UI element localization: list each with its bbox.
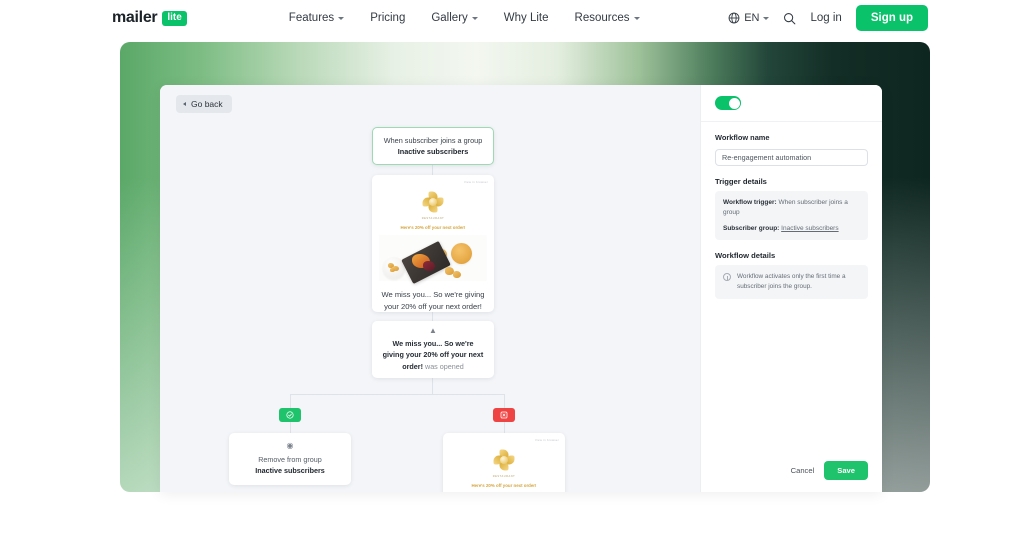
toggle-knob [728,97,740,109]
workflow-node-condition[interactable]: ▲ We miss you... So we're giving your 20… [372,321,494,378]
trigger-detail-key-1: Workflow trigger: [723,199,777,206]
top-navigation: mailer lite Features Pricing Gallery Why… [0,0,1024,36]
panel-footer: Cancel Save [701,451,882,492]
nav-right-group: EN Log in Sign up [728,5,928,31]
trigger-node-group-name: Inactive subscribers [397,147,469,156]
email-preview-body-2: View in browser RESTAURANT Here's 20% of… [443,433,565,492]
nav-item-features[interactable]: Features [288,12,345,24]
language-label: EN [744,12,760,24]
connector-email-to-condition [432,312,433,321]
trigger-details-title: Trigger details [715,177,767,186]
condition-node-suffix: was opened [423,361,464,371]
nav-item-gallery[interactable]: Gallery [431,12,478,24]
nav-item-gallery-label: Gallery [431,12,468,24]
remove-node-prefix: Remove from group [258,454,322,464]
panel-header [701,85,882,122]
login-link[interactable]: Log in [810,12,841,24]
workflow-node-trigger[interactable]: When subscriber joins a group Inactive s… [372,127,494,165]
branch-badge-yes[interactable] [279,408,301,422]
signup-button[interactable]: Sign up [855,5,928,31]
workflow-node-email-2[interactable]: View in browser RESTAURANT Here's 20% of… [443,433,565,492]
brand-subtitle-2: RESTAURANT [492,475,516,478]
language-selector[interactable]: EN [728,12,770,24]
email-promo-headline-2: Here's 20% off your next order! [471,483,537,488]
branch-icon: ▲ [429,326,437,336]
subscriber-group-link[interactable]: Inactive subscribers [781,225,838,232]
check-circle-icon [286,411,294,419]
trigger-node-text: When subscriber joins a group Inactive s… [382,135,484,158]
nav-item-pricing-label: Pricing [370,12,406,24]
nav-item-resources[interactable]: Resources [575,12,640,24]
connector-trigger-to-email [432,165,433,175]
chevron-down-icon [338,17,345,20]
workflow-name-label: Workflow name [715,133,770,142]
connector-branch-horizontal [290,394,504,395]
chevron-down-icon [633,17,640,20]
nav-item-features-label: Features [288,12,335,24]
logo-badge: lite [162,10,187,26]
email-preview-topbar: View in browser [378,180,488,184]
email-view-in-browser-label-2: View in browser [534,438,559,442]
mailerlite-logo[interactable]: mailer lite [112,9,187,27]
search-icon[interactable] [783,12,796,25]
branch-badge-no[interactable] [493,408,515,422]
info-icon [723,273,731,282]
workflow-enabled-toggle[interactable] [715,96,741,110]
brand-logo-icon [421,190,445,214]
group-icon: ◉ [286,440,294,450]
nav-item-why-lite-label: Why Lite [503,12,549,24]
save-button[interactable]: Save [824,461,868,480]
panel-body: Workflow name Trigger details Workflow t… [701,122,882,451]
nav-links: Features Pricing Gallery Why Lite Resour… [289,12,640,24]
trigger-details-box: Workflow trigger: When subscriber joins … [715,191,868,241]
workflow-details-title: Workflow details [715,251,776,261]
email-preview-topbar-2: View in browser [449,438,559,442]
go-back-label: Go back [191,99,223,109]
email-preview-body: View in browser RESTAURANT Here's 20% of… [372,175,494,285]
remove-node-group-name: Inactive subscribers [255,466,325,475]
globe-icon [728,12,740,24]
nav-item-pricing[interactable]: Pricing [370,12,405,24]
email-food-photo [379,235,487,285]
trigger-node-text-prefix: When subscriber joins a group [383,135,483,145]
workflow-canvas[interactable]: Go back When subscriber joins a group In… [160,85,700,492]
chevron-down-icon [471,17,478,20]
email-view-in-browser-label: View in browser [463,180,488,184]
workflow-node-remove-from-group[interactable]: ◉ Remove from group Inactive subscribers [229,433,351,485]
close-square-icon [500,411,508,419]
workflow-name-input[interactable] [715,149,868,166]
workflow-node-email[interactable]: View in browser RESTAURANT Here's 20% of… [372,175,494,312]
trigger-detail-row-1: Workflow trigger: When subscriber joins … [723,198,860,218]
brand-logo-icon-2 [492,448,516,472]
email-promo-headline: Here's 20% off your next order! [400,225,466,230]
go-back-button[interactable]: Go back [176,95,232,113]
chevron-down-icon [763,17,770,20]
workflow-settings-panel: Workflow name Trigger details Workflow t… [700,85,882,492]
nav-item-why-lite[interactable]: Why Lite [504,12,549,24]
automation-app-window: Go back When subscriber joins a group In… [160,85,882,492]
remove-node-text: Remove from group Inactive subscribers [255,454,325,476]
connector-condition-down [432,378,433,394]
chevron-left-icon [183,102,186,106]
email-caption-text: We miss you... So we're giving your 20% … [381,290,485,312]
trigger-detail-row-2: Subscriber group: Inactive subscribers [723,224,860,234]
nav-item-resources-label: Resources [574,12,630,24]
logo-text: mailer [112,9,158,26]
trigger-detail-key-2: Subscriber group: [723,224,780,232]
condition-node-text: We miss you... So we're giving your 20% … [381,338,485,371]
workflow-info-text: Workflow activates only the first time a… [737,273,846,291]
brand-subtitle: RESTAURANT [421,217,445,220]
workflow-details-box: Workflow activates only the first time a… [715,265,868,300]
cancel-button[interactable]: Cancel [791,466,815,475]
